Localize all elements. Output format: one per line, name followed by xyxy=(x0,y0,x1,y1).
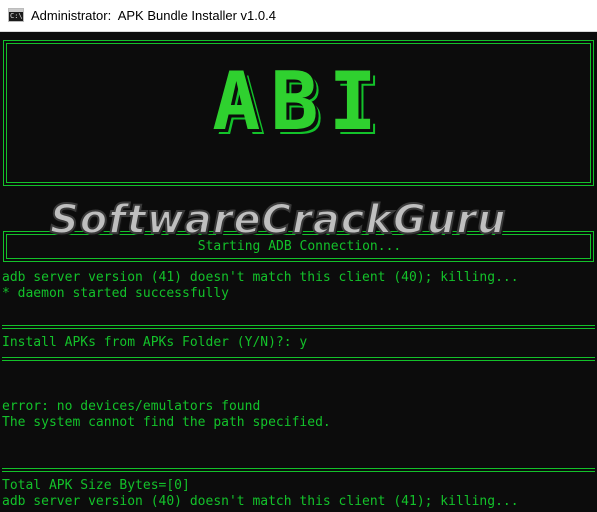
watermark: SoftwareCrackGuru xyxy=(49,196,507,244)
divider xyxy=(2,357,595,361)
abi-logo: ABI xyxy=(212,55,387,148)
divider xyxy=(2,325,595,329)
console-line: adb server version (41) doesn't match th… xyxy=(2,270,519,285)
console-output[interactable]: ABI Starting ADB Connection... adb serve… xyxy=(0,32,597,512)
console-line: The system cannot find the path specifie… xyxy=(2,415,331,430)
console-window: Administrator: APK Bundle Installer v1.0… xyxy=(0,0,597,512)
console-line: adb server version (40) doesn't match th… xyxy=(2,494,519,509)
install-prompt: Install APKs from APKs Folder (Y/N)?: y xyxy=(2,335,308,350)
console-line: Total APK Size Bytes=[0] xyxy=(2,478,190,493)
logo-banner: ABI xyxy=(3,40,594,186)
window-title: Administrator: APK Bundle Installer v1.0… xyxy=(31,8,276,23)
divider xyxy=(2,468,595,472)
console-line: * daemon started successfully xyxy=(2,286,229,301)
title-bar[interactable]: Administrator: APK Bundle Installer v1.0… xyxy=(0,0,597,32)
console-line: error: no devices/emulators found xyxy=(2,399,261,414)
cmd-console-icon[interactable] xyxy=(8,8,24,22)
